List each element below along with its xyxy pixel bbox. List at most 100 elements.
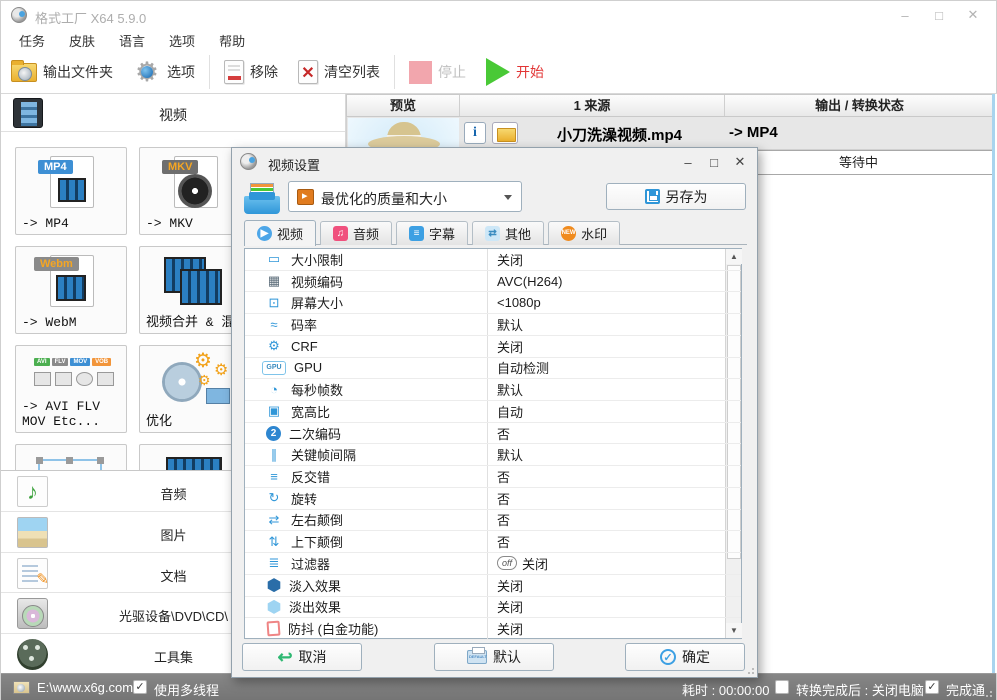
setting-row-monitor[interactable]: ⊡ 屏幕大小 <1080p [245,292,741,315]
setting-value[interactable]: 否 [497,467,510,486]
setting-row-two-pass[interactable]: 2 二次编码 否 [245,422,741,445]
setting-row-stabilize-frame[interactable]: 防抖 (白金功能) 关闭 [245,618,741,640]
setting-value[interactable]: 默认 [497,315,523,334]
clear-list-x-icon: ✕ [298,60,318,84]
maximize-icon[interactable]: □ [922,1,956,29]
setting-value[interactable]: 关闭 [497,250,523,269]
card-to-mp4[interactable]: MP4 -> MP4 [15,147,127,235]
menu-help[interactable]: 帮助 [219,31,245,50]
notify-checkbox[interactable]: ✓ [925,680,939,694]
card-to-avi-flv-mov[interactable]: AVI FLV MOV VOB -> AVI FLV MOV Etc... [15,345,127,433]
save-as-button[interactable]: 另存为 [606,183,746,210]
setting-row-gpu-badge[interactable]: GPU GPU 自动检测 [245,357,741,380]
tab-video[interactable]: ▶ 视频 [244,220,317,246]
dialog-logo-icon [240,153,257,170]
clear-list-button[interactable]: ✕ 清空列表 [288,52,390,92]
remove-button[interactable]: 移除 [214,52,288,92]
dialog-maximize-icon[interactable]: □ [701,148,727,176]
setting-value[interactable]: 默认 [497,445,523,464]
multithread-checkbox[interactable]: ✓ [133,680,147,694]
setting-row-speedometer[interactable]: ◔ 每秒帧数 默认 [245,379,741,402]
column-preview[interactable]: 预览 [347,95,460,116]
close-icon[interactable]: ✕ [956,1,990,29]
stop-button[interactable]: 停止 [399,52,476,92]
tab-label: 水印 [581,227,608,242]
video-category-header[interactable]: 视频 [1,94,345,132]
setting-value[interactable]: 关闭 [497,619,523,638]
setting-value[interactable]: 默认 [497,380,523,399]
card-to-webm[interactable]: Webm -> WebM [15,246,127,334]
output-path-folder-icon[interactable] [13,681,30,694]
tab-other[interactable]: ⇄ 其他 [472,221,545,245]
setting-value[interactable]: 自动检测 [497,358,549,377]
video-preview-thumbnail[interactable] [348,118,459,149]
window-resize-grip[interactable] [983,688,993,698]
tab-label: 音频 [353,227,380,242]
tab-audio[interactable]: ♫ 音频 [320,221,393,245]
setting-value[interactable]: 否 [497,424,510,443]
dialog-resize-grip[interactable] [745,665,755,675]
filter-icon: ≣ [268,555,280,571]
setting-value[interactable]: AVC(H264) [497,274,563,289]
column-source[interactable]: 1 来源 [460,95,725,116]
tab-label: 视频 [277,227,304,242]
ok-button[interactable]: ✓ 确定 [625,643,745,671]
menu-options[interactable]: 选项 [169,31,195,50]
setting-row-fade-out[interactable]: 淡出效果 关闭 [245,596,741,619]
gear-icon: ⚙ [214,362,229,379]
shutdown-checkbox[interactable] [775,680,789,694]
setting-row-keyframe[interactable]: ∥ 关键帧间隔 默认 [245,444,741,467]
shutdown-label: 转换完成后 : 关闭电脑 [796,683,924,698]
options-label: 选项 [167,64,195,80]
monitor-icon: ⊡ [268,294,280,310]
column-divider [487,335,488,357]
dialog-close-icon[interactable]: ✕ [727,148,753,176]
setting-row-ruler[interactable]: ▭ 大小限制 关闭 [245,249,741,271]
setting-row-aspect-ratio[interactable]: ▣ 宽高比 自动 [245,401,741,423]
setting-row-bitrate-waves[interactable]: ≈ 码率 默认 [245,314,741,336]
output-folder-icon [11,59,37,82]
setting-label: 防抖 (白金功能) [288,622,379,638]
setting-row-fade-in[interactable]: 淡入效果 关闭 [245,574,741,597]
minimize-icon[interactable]: – [888,1,922,29]
setting-value[interactable]: 关闭 [497,576,523,595]
setting-value[interactable]: 否 [497,532,510,551]
profile-dropdown[interactable]: 最优化的质量和大小 [288,181,522,212]
setting-row-filter[interactable]: ≣ 过滤器 off 关闭 [245,553,741,575]
dialog-titlebar[interactable]: 视频设置 – □ ✕ [232,148,757,176]
menu-skin[interactable]: 皮肤 [69,31,95,50]
setting-value[interactable]: 否 [497,489,510,508]
setting-row-chip[interactable]: ▦ 视频编码 AVC(H264) [245,270,741,293]
output-path[interactable]: E:\www.x6g.com [37,680,133,695]
setting-row-rotate[interactable]: ↻ 旋转 否 [245,487,741,510]
setting-row-flip-horizontal[interactable]: ⇄ 左右颠倒 否 [245,509,741,532]
setting-value[interactable]: 关闭 [497,337,523,356]
open-folder-button[interactable] [492,122,518,144]
column-output-status[interactable]: 输出 / 转换状态 [725,95,994,116]
setting-label: 淡出效果 [289,600,342,616]
start-button[interactable]: 开始 [476,52,554,92]
output-folder-button[interactable]: 输出文件夹 [1,52,123,92]
setting-label: 屏幕大小 [291,296,344,312]
tab-subtitle[interactable]: ≡ 字幕 [396,221,469,245]
options-button[interactable]: ⚙ 选项 [123,52,205,92]
setting-value[interactable]: 自动 [497,402,523,421]
gear-icon: ⚙ [194,350,212,372]
setting-row-gear[interactable]: ⚙ CRF 关闭 [245,335,741,358]
setting-value[interactable]: 否 [497,510,510,529]
cancel-button[interactable]: ↩ 取消 [242,643,362,671]
setting-value[interactable]: <1080p [497,295,541,310]
setting-value[interactable]: 关闭 [497,597,523,616]
menu-language[interactable]: 语言 [119,31,145,50]
setting-row-deinterlace[interactable]: ≡ 反交错 否 [245,466,741,488]
gpu-badge-icon: GPU [262,360,286,375]
setting-value[interactable]: off 关闭 [497,554,548,573]
menu-task[interactable]: 任务 [19,31,45,50]
ok-label: 确定 [682,649,710,665]
media-info-button[interactable]: i [464,122,486,144]
queue-task-row[interactable]: i 小刀洗澡视频.mp4 -> MP4 [346,117,995,150]
dialog-minimize-icon[interactable]: – [675,148,701,176]
default-button[interactable]: 默认 [434,643,554,671]
setting-row-flip-vertical[interactable]: ⇅ 上下颠倒 否 [245,531,741,554]
tab-watermark[interactable]: NEW 水印 [548,221,621,245]
